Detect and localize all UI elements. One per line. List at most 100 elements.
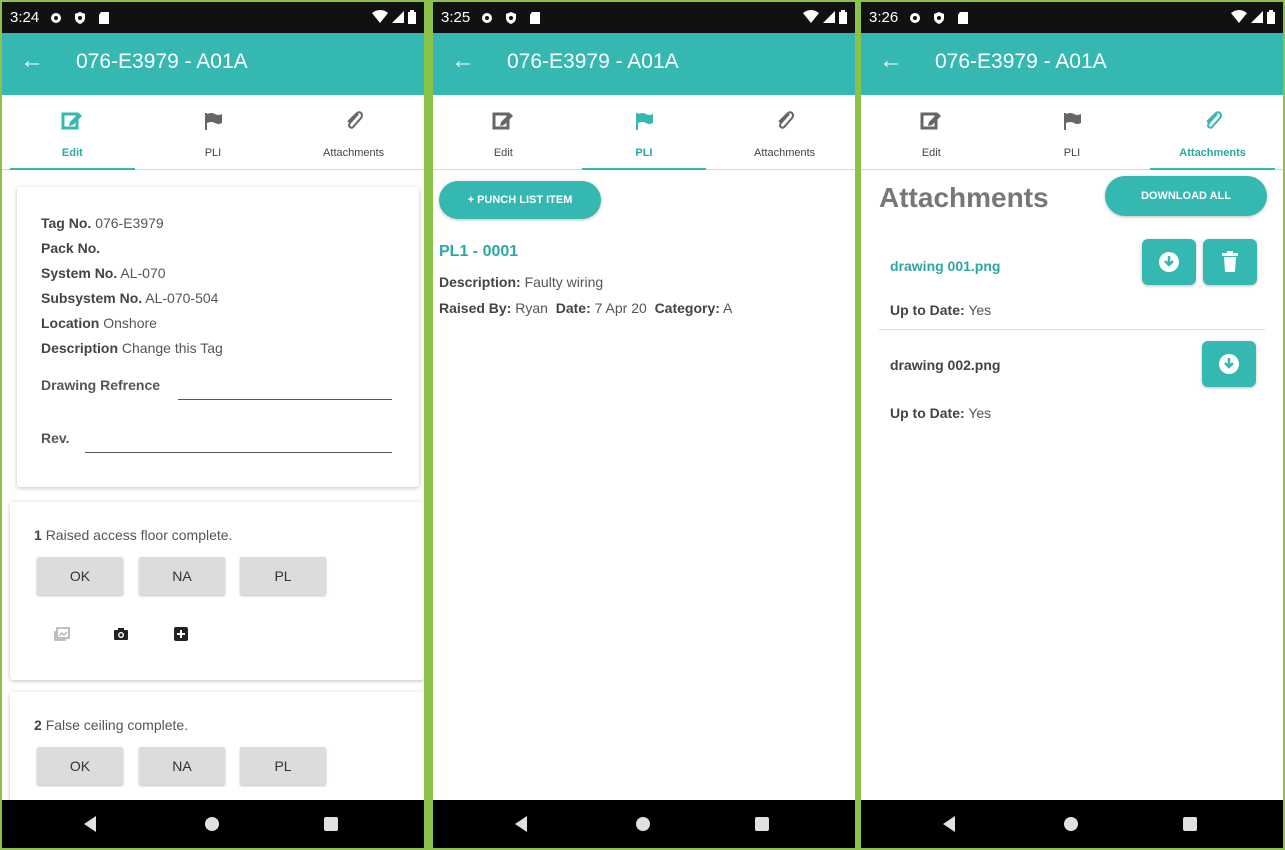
location-label: Location bbox=[41, 315, 100, 331]
na-button[interactable]: NA bbox=[139, 747, 225, 785]
navigation-bar bbox=[2, 800, 424, 848]
tab-pli[interactable]: PLI bbox=[1002, 95, 1143, 169]
checklist-item-label: Raised access floor complete. bbox=[45, 527, 233, 543]
nav-back-icon[interactable] bbox=[943, 816, 955, 832]
download-button[interactable] bbox=[1142, 239, 1196, 285]
battery-icon bbox=[839, 10, 847, 24]
signal-icon bbox=[392, 11, 404, 23]
drawing-reference-input[interactable] bbox=[178, 399, 392, 400]
tab-edit-label: Edit bbox=[921, 147, 941, 159]
delete-button[interactable] bbox=[1203, 239, 1257, 285]
tab-attachments-label: Attachments bbox=[754, 147, 816, 159]
subsystem-number-row: Subsystem No. AL-070-504 bbox=[41, 290, 218, 306]
rev-input[interactable] bbox=[85, 452, 392, 453]
raised-by-value: Ryan bbox=[515, 300, 548, 316]
description-label: Description: bbox=[439, 274, 521, 290]
battery-icon bbox=[408, 10, 416, 24]
nav-home-icon[interactable] bbox=[1064, 817, 1078, 831]
signal-icon bbox=[823, 11, 835, 23]
description-row: Description Change this Tag bbox=[41, 340, 223, 356]
download-all-button[interactable]: DOWNLOAD ALL bbox=[1105, 176, 1267, 216]
tab-attachments[interactable]: Attachments bbox=[283, 95, 424, 169]
tab-attachments[interactable]: Attachments bbox=[1142, 95, 1283, 170]
na-button[interactable]: NA bbox=[139, 557, 225, 595]
punch-list-item-title[interactable]: PL1 - 0001 bbox=[439, 243, 518, 261]
phone-screen-attachments: 3:26 ← 076-E3979 - A01A Edit PLI Attachm… bbox=[861, 2, 1283, 848]
up-to-date-label: Up to Date: bbox=[890, 302, 965, 318]
pack-number-row: Pack No. bbox=[41, 240, 100, 256]
nav-recents-icon[interactable] bbox=[755, 817, 769, 831]
nav-home-icon[interactable] bbox=[205, 817, 219, 831]
tab-edit-label: Edit bbox=[61, 147, 83, 159]
back-arrow-icon[interactable]: ← bbox=[451, 47, 475, 75]
paperclip-icon bbox=[1205, 111, 1222, 129]
category-value: A bbox=[723, 300, 733, 316]
pack-number-label: Pack No. bbox=[41, 240, 101, 256]
sd-card-icon bbox=[530, 11, 541, 24]
camera-icon[interactable] bbox=[113, 627, 129, 641]
attachment-file-name[interactable]: drawing 002.png bbox=[890, 357, 1000, 373]
location-value: Onshore bbox=[103, 315, 157, 331]
raised-by-label: Raised By: bbox=[439, 300, 512, 316]
app-bar: ← 076-E3979 - A01A bbox=[433, 33, 855, 95]
sd-card-icon bbox=[99, 11, 110, 24]
wifi-icon bbox=[803, 10, 819, 23]
tab-edit[interactable]: Edit bbox=[861, 95, 1002, 169]
status-bar: 3:26 bbox=[861, 2, 1283, 33]
pl-button[interactable]: PL bbox=[240, 557, 326, 595]
date-value: 7 Apr 20 bbox=[594, 300, 647, 316]
settings-icon bbox=[482, 12, 493, 23]
checklist-item-label: False ceiling complete. bbox=[45, 717, 189, 733]
tab-edit[interactable]: Edit bbox=[2, 95, 143, 170]
status-time: 3:25 bbox=[441, 9, 471, 26]
tag-number-row: Tag No. 076-E3979 bbox=[41, 215, 164, 231]
tab-pli-label: PLI bbox=[1063, 147, 1081, 159]
attachments-heading: Attachments bbox=[879, 182, 1049, 213]
tab-attachments[interactable]: Attachments bbox=[714, 95, 855, 169]
download-icon bbox=[1159, 252, 1179, 272]
nav-back-icon[interactable] bbox=[84, 816, 96, 832]
nav-back-icon[interactable] bbox=[515, 816, 527, 832]
tab-edit[interactable]: Edit bbox=[433, 95, 574, 169]
tab-edit-label: Edit bbox=[493, 147, 513, 159]
tab-bar: Edit PLI Attachments bbox=[861, 95, 1283, 170]
navigation-bar bbox=[861, 800, 1283, 848]
edit-icon bbox=[61, 112, 83, 130]
status-time: 3:26 bbox=[869, 9, 899, 26]
page-title: 076-E3979 - A01A bbox=[507, 50, 679, 73]
tab-pli[interactable]: PLI bbox=[574, 95, 715, 170]
add-box-icon[interactable] bbox=[174, 627, 188, 641]
download-icon bbox=[1219, 354, 1239, 374]
attachment-up-to-date: Up to Date: Yes bbox=[890, 405, 991, 421]
tab-pli[interactable]: PLI bbox=[143, 95, 284, 169]
tag-number-value: 076-E3979 bbox=[95, 215, 164, 231]
checklist-item-number: 2 bbox=[34, 717, 42, 733]
divider bbox=[879, 329, 1265, 330]
shield-icon bbox=[506, 11, 517, 24]
download-button[interactable] bbox=[1202, 341, 1256, 387]
back-arrow-icon[interactable]: ← bbox=[879, 47, 903, 75]
nav-recents-icon[interactable] bbox=[324, 817, 338, 831]
wifi-icon bbox=[372, 10, 388, 23]
system-number-label: System No. bbox=[41, 265, 118, 281]
tab-attachments-label: Attachments bbox=[323, 147, 385, 159]
gallery-icon[interactable] bbox=[54, 627, 70, 641]
shield-icon bbox=[934, 11, 945, 24]
back-arrow-icon[interactable]: ← bbox=[20, 47, 44, 75]
description-value: Change this Tag bbox=[121, 340, 223, 356]
nav-recents-icon[interactable] bbox=[1183, 817, 1197, 831]
phone-screen-edit: 3:24 ← 076-E3979 - A01A Edit PLI Attachm… bbox=[2, 2, 424, 848]
tag-info-card: Tag No. 076-E3979 Pack No. System No. AL… bbox=[17, 187, 419, 487]
page-title: 076-E3979 - A01A bbox=[935, 50, 1107, 73]
nav-home-icon[interactable] bbox=[636, 817, 650, 831]
pl-button[interactable]: PL bbox=[240, 747, 326, 785]
up-to-date-value: Yes bbox=[968, 302, 992, 318]
settings-icon bbox=[51, 12, 62, 23]
phone-screen-pli: 3:25 ← 076-E3979 - A01A Edit PLI Attachm… bbox=[433, 2, 855, 848]
drawing-reference-label: Drawing Refrence bbox=[41, 377, 161, 393]
ok-button[interactable]: OK bbox=[37, 747, 123, 785]
ok-button[interactable]: OK bbox=[37, 557, 123, 595]
paperclip-icon bbox=[346, 111, 363, 129]
attachment-file-name[interactable]: drawing 001.png bbox=[890, 258, 1000, 274]
add-punch-list-item-button[interactable]: + PUNCH LIST ITEM bbox=[439, 181, 601, 219]
